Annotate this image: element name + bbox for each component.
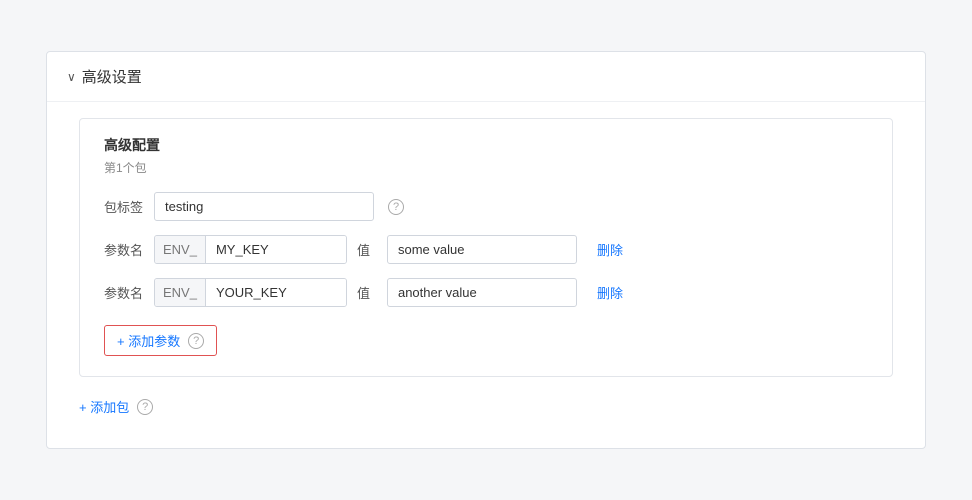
add-param-button[interactable]: + 添加参数 ? [104,325,217,356]
section-title: 高级设置 [82,66,142,87]
section-header[interactable]: ∨ 高级设置 [47,52,925,102]
param-value-label-1: 值 [357,283,377,302]
param-key-input-wrap-0: ENV_ [154,235,347,264]
add-package-help-icon: ? [137,399,153,415]
delete-param-button-1[interactable]: 删除 [593,283,627,302]
param-key-input-0[interactable] [206,236,346,263]
delete-param-button-0[interactable]: 删除 [593,240,627,259]
param-value-input-1[interactable] [387,278,577,307]
add-param-help-icon: ? [188,333,204,349]
add-param-row: + 添加参数 ? [104,321,868,356]
add-package-label: + 添加包 [79,397,129,416]
param-row-1: 参数名 ENV_ 值 删除 [104,278,868,307]
tag-input[interactable] [154,192,374,221]
tag-field-row: 包标签 ? [104,192,868,221]
tag-help-icon: ? [388,199,404,215]
param-key-input-wrap-1: ENV_ [154,278,347,307]
param-row-0: 参数名 ENV_ 值 删除 [104,235,868,264]
inner-card: 高级配置 第1个包 包标签 ? 参数名 ENV_ 值 删除 [79,118,893,377]
chevron-icon: ∨ [67,70,76,84]
param-value-input-0[interactable] [387,235,577,264]
param-value-label-0: 值 [357,240,377,259]
add-package-button[interactable]: + 添加包 ? [79,397,153,416]
param-key-label-0: 参数名 [104,240,144,259]
package-label: 第1个包 [104,159,868,176]
param-prefix-1: ENV_ [155,279,206,306]
param-prefix-0: ENV_ [155,236,206,263]
section-body: 高级配置 第1个包 包标签 ? 参数名 ENV_ 值 删除 [47,102,925,424]
param-key-input-1[interactable] [206,279,346,306]
param-key-label-1: 参数名 [104,283,144,302]
add-param-label: + 添加参数 [117,331,180,350]
tag-label: 包标签 [104,197,144,216]
advanced-settings-card: ∨ 高级设置 高级配置 第1个包 包标签 ? 参数名 ENV_ 值 删除 [46,51,926,449]
inner-card-title: 高级配置 [104,135,868,155]
